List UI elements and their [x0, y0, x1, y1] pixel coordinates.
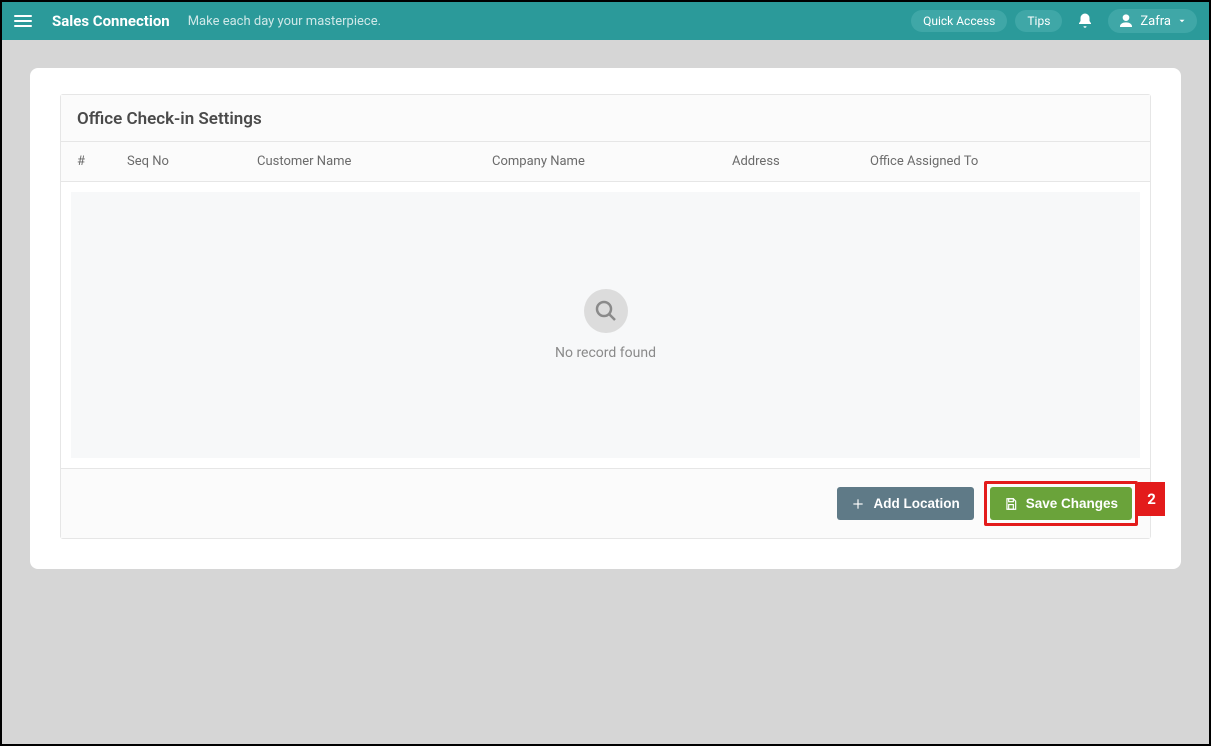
menu-icon[interactable] — [14, 11, 34, 31]
chevron-down-icon — [1177, 16, 1187, 26]
column-seq-no: Seq No — [127, 154, 257, 169]
annotation-step-badge: 2 — [1138, 482, 1165, 516]
add-location-button[interactable]: Add Location — [837, 487, 973, 520]
column-hash: # — [77, 154, 127, 169]
page-body: Office Check-in Settings # Seq No Custom… — [2, 40, 1209, 744]
save-changes-label: Save Changes — [1026, 496, 1118, 511]
tagline: Make each day your masterpiece. — [188, 14, 381, 29]
save-changes-button[interactable]: Save Changes — [990, 487, 1132, 520]
quick-access-button[interactable]: Quick Access — [911, 10, 1007, 32]
user-menu[interactable]: Zafra — [1108, 9, 1197, 33]
save-highlight: Save Changes 2 — [984, 481, 1138, 526]
notification-bell-icon[interactable] — [1076, 12, 1094, 30]
column-address: Address — [732, 154, 870, 169]
panel-header: Office Check-in Settings — [61, 95, 1150, 142]
column-office-assigned-to: Office Assigned To — [870, 154, 1134, 169]
content-card: Office Check-in Settings # Seq No Custom… — [30, 68, 1181, 569]
settings-panel: Office Check-in Settings # Seq No Custom… — [60, 94, 1151, 539]
panel-title: Office Check-in Settings — [77, 109, 1134, 129]
brand-title: Sales Connection — [52, 12, 170, 30]
user-name: Zafra — [1140, 14, 1171, 29]
app-header: Sales Connection Make each day your mast… — [2, 2, 1209, 40]
column-company-name: Company Name — [492, 154, 732, 169]
empty-message: No record found — [555, 345, 656, 361]
column-customer-name: Customer Name — [257, 154, 492, 169]
save-icon — [1004, 497, 1018, 511]
tips-button[interactable]: Tips — [1015, 10, 1062, 32]
header-right: Quick Access Tips Zafra — [911, 9, 1197, 33]
panel-footer: Add Location Save Changes 2 — [61, 468, 1150, 538]
plus-icon — [851, 497, 865, 511]
empty-state: No record found — [71, 192, 1140, 458]
add-location-label: Add Location — [873, 496, 959, 511]
table-header: # Seq No Customer Name Company Name Addr… — [61, 142, 1150, 182]
user-icon — [1118, 13, 1134, 29]
search-icon — [584, 289, 628, 333]
